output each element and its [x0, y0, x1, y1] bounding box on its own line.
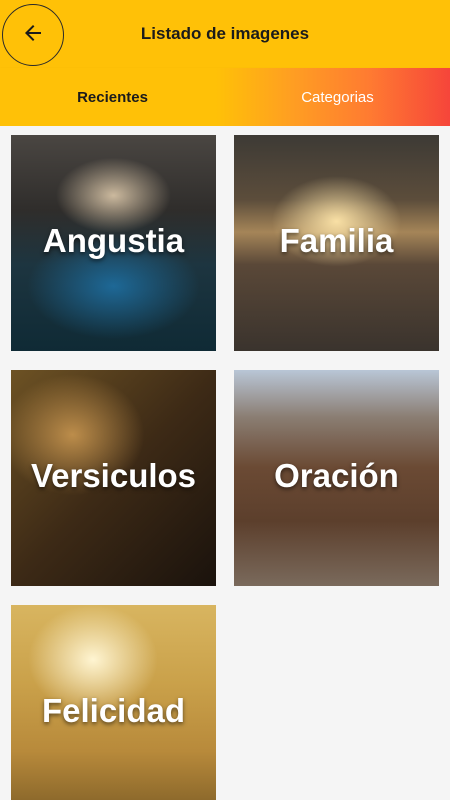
- tab-categorias[interactable]: Categorias: [225, 68, 450, 126]
- category-label: Angustia: [42, 222, 185, 260]
- category-label: Versiculos: [30, 457, 197, 495]
- category-card-angustia[interactable]: Angustia: [11, 135, 216, 351]
- page-title: Listado de imagenes: [140, 24, 310, 43]
- category-label: Familia: [279, 222, 394, 260]
- app-bar: Listado de imagenes: [0, 0, 450, 68]
- tab-bar: Recientes Categorias: [0, 68, 450, 126]
- category-label: Oración: [274, 457, 399, 495]
- category-card-oracion[interactable]: Oración: [234, 370, 439, 586]
- category-card-versiculos[interactable]: Versiculos: [11, 370, 216, 586]
- category-card-felicidad[interactable]: Felicidad: [11, 605, 216, 800]
- category-card-familia[interactable]: Familia: [234, 135, 439, 351]
- tab-recientes[interactable]: Recientes: [0, 68, 225, 126]
- category-label: Felicidad: [41, 692, 186, 730]
- category-grid: Angustia Familia Versiculos Oración Feli…: [0, 126, 450, 800]
